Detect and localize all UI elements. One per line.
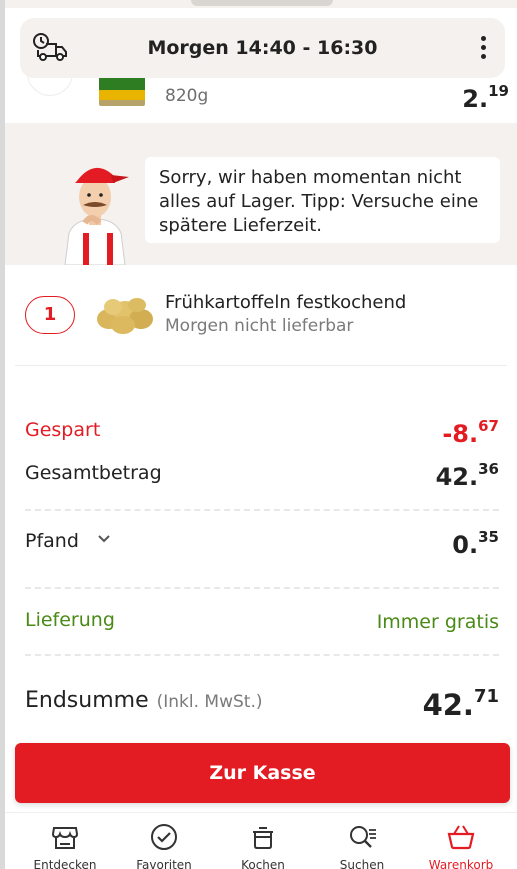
previous-cart-item bbox=[5, 70, 517, 124]
nav-item-kochen[interactable]: Kochen bbox=[213, 813, 313, 869]
item-availability: Morgen nicht lieferbar bbox=[165, 316, 354, 336]
nav-item-favoriten[interactable]: Favoriten bbox=[114, 813, 214, 869]
previous-item-weight: 820g bbox=[165, 86, 209, 106]
subtotal-label: Gesamtbetrag bbox=[25, 462, 162, 484]
divider bbox=[15, 365, 507, 366]
delivery-slot-time: Morgen 14:40 - 16:30 bbox=[147, 37, 378, 59]
bottom-nav: Entdecken Favoriten Kochen Suchen Warenk… bbox=[5, 812, 517, 869]
saved-row: Gespart -8.67 bbox=[25, 417, 499, 448]
divider bbox=[25, 654, 499, 656]
notice-bubble: Sorry, wir haben momentan nicht alles au… bbox=[145, 157, 500, 243]
vat-note: (Inkl. MwSt.) bbox=[156, 692, 263, 712]
delivery-slot-bar[interactable]: Morgen 14:40 - 16:30 bbox=[20, 18, 505, 78]
nav-label: Kochen bbox=[241, 858, 285, 869]
check-circle-icon bbox=[151, 824, 177, 850]
deposit-label: Pfand bbox=[25, 530, 79, 552]
sheet-grabber[interactable] bbox=[191, 0, 333, 6]
grand-total-amount: 42.71 bbox=[422, 686, 499, 722]
saved-amount: -8.67 bbox=[442, 417, 499, 448]
subtotal-row: Gesamtbetrag 42.36 bbox=[25, 460, 499, 491]
unavailable-item[interactable]: 1 Frühkartoffeln festkochend Morgen nich… bbox=[5, 265, 517, 365]
more-vertical-icon[interactable] bbox=[479, 36, 487, 62]
mascot-illustration bbox=[64, 167, 129, 265]
item-name: Frühkartoffeln festkochend bbox=[165, 292, 407, 313]
sheet-top bbox=[5, 0, 517, 8]
quantity-badge[interactable]: 1 bbox=[25, 296, 75, 334]
deposit-amount: 0.35 bbox=[452, 528, 499, 559]
checkout-button[interactable]: Zur Kasse bbox=[15, 743, 510, 803]
delivery-row: Lieferung Immer gratis bbox=[25, 609, 499, 637]
grand-total-label: Endsumme bbox=[25, 688, 149, 713]
divider bbox=[25, 587, 499, 589]
saved-label: Gespart bbox=[25, 419, 101, 441]
out-of-stock-notice: Sorry, wir haben momentan nicht alles au… bbox=[5, 123, 517, 265]
delivery-label: Lieferung bbox=[25, 609, 115, 631]
store-icon bbox=[51, 827, 79, 849]
chevron-down-icon[interactable] bbox=[98, 533, 110, 545]
nav-label: Entdecken bbox=[33, 858, 97, 869]
nav-item-entdecken[interactable]: Entdecken bbox=[15, 813, 115, 869]
cart-sheet: 820g 2.19 Morgen 14:40 - 16:30 Sorry, wi… bbox=[5, 0, 517, 869]
cooking-pot-icon bbox=[253, 827, 273, 849]
grand-total-row: Endsumme (Inkl. MwSt.) 42.71 bbox=[25, 686, 499, 724]
search-list-icon bbox=[350, 826, 376, 848]
subtotal-amount: 42.36 bbox=[435, 460, 499, 491]
previous-item-price: 2.19 bbox=[462, 82, 509, 113]
nav-label: Favoriten bbox=[136, 858, 192, 869]
nav-item-suchen[interactable]: Suchen bbox=[312, 813, 412, 869]
nav-label: Warenkorb bbox=[428, 858, 494, 869]
divider bbox=[25, 509, 499, 511]
potato-image bbox=[97, 298, 153, 334]
delivery-value: Immer gratis bbox=[376, 611, 499, 633]
basket-icon bbox=[447, 825, 475, 850]
deposit-row[interactable]: Pfand 0.35 bbox=[25, 528, 499, 559]
nav-label: Suchen bbox=[339, 858, 385, 869]
nav-item-warenkorb[interactable]: Warenkorb bbox=[411, 813, 511, 869]
